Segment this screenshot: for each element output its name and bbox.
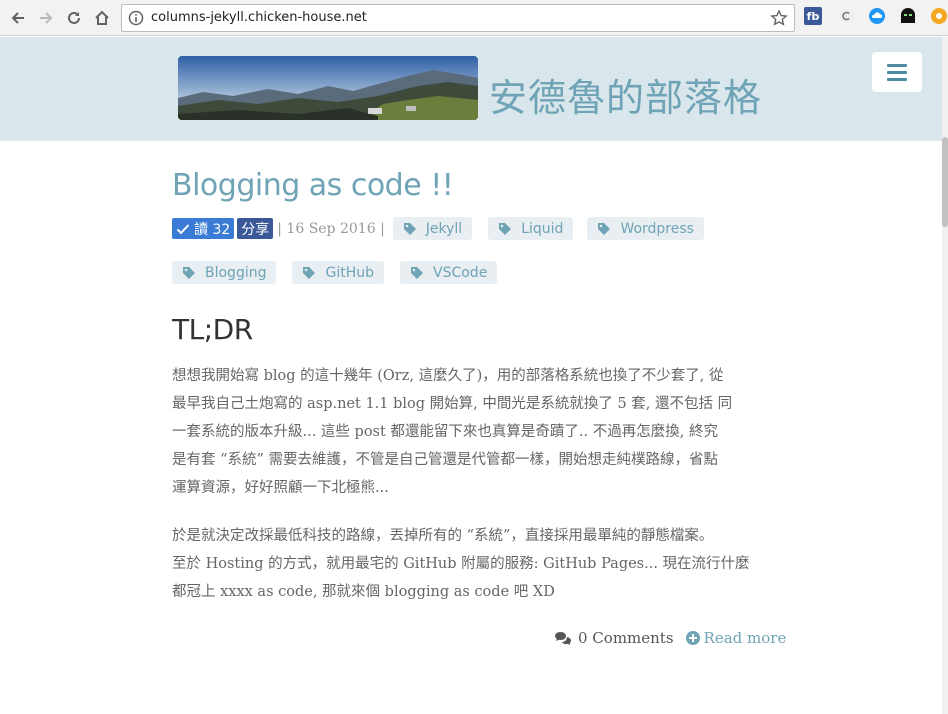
paragraph-line: 至於 Hosting 的方式，就用最宅的 GitHub 附屬的服務: GitHu… <box>172 556 750 572</box>
tag-vscode[interactable]: VSCode <box>400 261 498 284</box>
section-heading: TL;DR <box>172 313 253 346</box>
url-text[interactable]: columns-jekyll.chicken-house.net <box>151 10 367 25</box>
tag-icon <box>303 266 316 279</box>
tag-label: VSCode <box>433 264 488 281</box>
read-count-badge[interactable]: 讀 32 <box>172 218 235 239</box>
post-footer: 0 Comments Read more <box>554 629 786 647</box>
tag-label: GitHub <box>325 264 374 281</box>
tag-icon <box>183 266 195 279</box>
page-scrollbar[interactable] <box>942 37 948 714</box>
hamburger-menu-button[interactable] <box>872 52 922 92</box>
share-label: 分享 <box>241 221 270 238</box>
comments-link[interactable]: 0 Comments <box>554 629 674 647</box>
tag-liquid[interactable]: Liquid <box>488 217 574 240</box>
c-extension-icon[interactable] <box>837 7 855 25</box>
tag-wordpress[interactable]: Wordpress <box>587 217 704 240</box>
home-icon <box>95 10 109 25</box>
paragraph-line: 想想我開始寫 blog 的這十幾年 (Orz, 這麼久了)，用的部落格系統也換了… <box>172 368 724 384</box>
menu-bar-icon <box>887 77 907 81</box>
read-more-label: Read more <box>703 629 787 647</box>
comments-label: 0 Comments <box>578 629 674 647</box>
paragraph-line: 都冠上 xxxx as code, 那就來個 blogging as code … <box>172 584 555 600</box>
cloud-extension-icon[interactable] <box>868 7 886 25</box>
tag-github[interactable]: GitHub <box>292 261 384 284</box>
post-paragraph: 想想我開始寫 blog 的這十幾年 (Orz, 這麼久了)，用的部落格系統也換了… <box>172 362 776 502</box>
menu-bar-icon <box>887 63 907 67</box>
forward-button[interactable] <box>34 6 58 30</box>
paragraph-line: 於是就決定改採最低科技的路線，丟掉所有的 “系統”，直接採用最單純的靜態檔案。 <box>172 528 714 544</box>
scrollbar-thumb[interactable] <box>942 137 948 227</box>
tag-label: Blogging <box>205 264 267 281</box>
tag-blogging[interactable]: Blogging <box>172 261 277 284</box>
check-icon <box>176 223 190 234</box>
tag-label: Wordpress <box>620 220 694 237</box>
facebook-extension-icon[interactable]: fb <box>804 7 822 25</box>
ghost-extension-icon[interactable] <box>899 7 917 25</box>
plus-circle-icon <box>685 631 700 645</box>
bookmark-star-icon[interactable] <box>770 9 788 31</box>
tag-icon <box>598 222 611 235</box>
post-meta: 讀 32 分享 | 16 Sep 2016 | Jekyll Liquid Wo… <box>172 217 704 240</box>
read-count-label: 讀 32 <box>194 221 231 238</box>
reload-icon <box>68 11 80 24</box>
site-header: 安德魯的部落格 <box>0 37 948 141</box>
browser-toolbar: columns-jekyll.chicken-house.net fb <box>0 0 948 36</box>
comments-icon <box>555 632 571 645</box>
info-icon[interactable] <box>128 10 144 30</box>
tag-label: Liquid <box>521 220 564 237</box>
tag-icon <box>403 222 416 235</box>
share-button[interactable]: 分享 <box>237 218 274 239</box>
post-date: | 16 Sep 2016 | <box>277 220 385 237</box>
tag-icon <box>499 222 512 235</box>
post-title[interactable]: Blogging as code !! <box>172 168 454 203</box>
reload-button[interactable] <box>62 6 86 30</box>
home-button[interactable] <box>90 6 114 30</box>
paragraph-line: 是有套 “系統” 需要去維護，不管是自己管還是代管都一樣，開始想走純樸路線，省點 <box>172 452 719 468</box>
arrow-left-icon <box>11 12 24 24</box>
paragraph-line: 運算資源，好好照顧一下北極熊... <box>172 480 389 496</box>
address-bar[interactable]: columns-jekyll.chicken-house.net <box>121 4 795 32</box>
paragraph-line: 最早我自己土炮寫的 asp.net 1.1 blog 開始算, 中間光是系統就換… <box>172 396 733 412</box>
tag-jekyll[interactable]: Jekyll <box>392 217 473 240</box>
paragraph-line: 一套系統的版本升級... 這些 post 都還能留下來也真算是奇蹟了.. 不過再… <box>172 424 718 440</box>
tag-label: Jekyll <box>425 220 463 237</box>
back-button[interactable] <box>6 6 30 30</box>
read-more-link[interactable]: Read more <box>685 629 787 647</box>
header-mountain-photo[interactable] <box>178 56 478 120</box>
post-paragraph: 於是就決定改採最低科技的路線，丟掉所有的 “系統”，直接採用最單純的靜態檔案。 … <box>172 522 776 606</box>
tag-icon <box>411 266 423 279</box>
orange-extension-icon[interactable] <box>930 7 948 25</box>
site-title[interactable]: 安德魯的部落格 <box>489 67 762 122</box>
tag-list: Blogging GitHub VSCode <box>172 261 498 284</box>
arrow-right-icon <box>40 12 53 24</box>
menu-bar-icon <box>887 70 907 74</box>
